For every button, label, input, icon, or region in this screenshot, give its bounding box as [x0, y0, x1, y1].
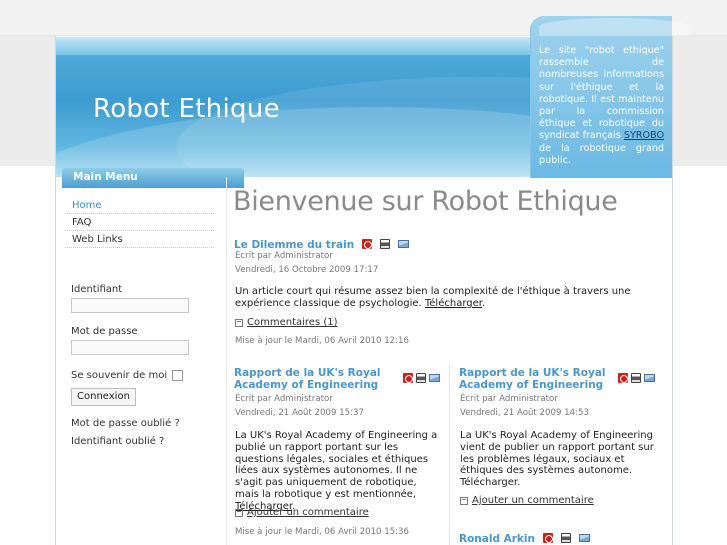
left-article-body: La UK's Royal Academy of Engineering a p…	[235, 430, 440, 513]
lead-comments-row: Commentaires (1)	[235, 317, 338, 328]
main-menu-title: Main Menu	[62, 168, 244, 188]
menu-item-home[interactable]: Home	[65, 197, 214, 214]
lead-article-body: Un article court qui résume assez bien l…	[235, 286, 655, 310]
password-input[interactable]	[71, 340, 189, 355]
remember-label: Se souvenir de moi	[71, 369, 168, 381]
lead-article-text-end: .	[481, 297, 486, 309]
email-icon[interactable]	[429, 373, 440, 382]
print-icon[interactable]	[416, 372, 426, 383]
page-title: Bienvenue sur Robot Ethique	[233, 186, 618, 217]
lead-article-date: Vendredi, 16 Octobre 2009 17:17	[235, 265, 379, 275]
comment-icon	[235, 508, 243, 517]
left-article-date: Vendredi, 21 Août 2009 15:37	[235, 408, 364, 418]
password-label: Mot de passe	[71, 326, 138, 337]
print-icon[interactable]	[380, 238, 391, 249]
remember-checkbox[interactable]	[172, 369, 184, 381]
login-form: Identifiant Mot de passe Se souvenir de …	[71, 283, 221, 451]
content-divider	[226, 177, 227, 545]
pdf-icon[interactable]	[618, 372, 628, 383]
lead-article-header: Le Dilemme du train	[234, 233, 410, 252]
right-article-author: Écrit par Administrator	[460, 394, 558, 404]
menu-item-faq[interactable]: FAQ	[65, 214, 214, 231]
next-article-title[interactable]: Ronald Arkin	[459, 533, 535, 545]
left-comments-link[interactable]: Ajouter un commentaire	[247, 507, 369, 518]
pdf-icon[interactable]	[362, 238, 373, 249]
pdf-icon[interactable]	[403, 372, 413, 383]
page-background-left	[0, 36, 55, 166]
comment-icon	[460, 496, 468, 505]
left-article-text: La UK's Royal Academy of Engineering a p…	[235, 430, 438, 500]
right-article-body: La UK's Royal Academy of Engineering vie…	[460, 430, 654, 489]
main-menu: Home FAQ Web Links	[65, 197, 214, 248]
forgot-username-link[interactable]: Identifiant oublié ?	[71, 433, 221, 451]
right-article-header: Rapport de la UK's Royal Academy of Engi…	[459, 367, 665, 391]
username-label: Identifiant	[71, 284, 123, 295]
login-button[interactable]: Connexion	[71, 388, 136, 406]
right-comments-link[interactable]: Ajouter un commentaire	[472, 495, 594, 506]
next-article-header: Ronald Arkin	[459, 527, 591, 545]
lead-article-title[interactable]: Le Dilemme du train	[234, 239, 354, 251]
lead-article-updated: Mise à jour le Mardi, 06 Avril 2010 12:1…	[235, 336, 409, 346]
email-icon[interactable]	[398, 239, 410, 248]
right-article-title[interactable]: Rapport de la UK's Royal Academy of Engi…	[459, 367, 609, 391]
left-article-header: Rapport de la UK's Royal Academy of Engi…	[234, 367, 444, 391]
lead-article-author: Écrit par Administrator	[235, 251, 333, 261]
left-article-author: Écrit par Administrator	[235, 394, 333, 404]
site-info-text: Le site "robot ethique" rassemble de nom…	[539, 45, 664, 167]
site-info-text-part: de la robotique grand public.	[539, 142, 664, 166]
menu-item-web-links[interactable]: Web Links	[65, 231, 214, 248]
pdf-icon[interactable]	[543, 532, 554, 543]
forgot-password-link[interactable]: Mot de passe oublié ?	[71, 415, 221, 433]
email-icon[interactable]	[644, 373, 655, 382]
syrobo-link[interactable]: SYROBO	[624, 130, 664, 141]
print-icon[interactable]	[561, 532, 572, 543]
remember-row: Se souvenir de moi	[71, 367, 221, 383]
left-article-title[interactable]: Rapport de la UK's Royal Academy of Engi…	[234, 367, 384, 391]
comment-icon	[235, 318, 243, 327]
email-icon[interactable]	[579, 533, 591, 542]
right-article-icons	[615, 367, 665, 386]
right-comments-row: Ajouter un commentaire	[460, 495, 594, 506]
print-icon[interactable]	[631, 372, 641, 383]
left-comments-row: Ajouter un commentaire	[235, 507, 369, 518]
left-article-updated: Mise à jour le Mardi, 06 Avril 2010 15:3…	[235, 527, 409, 537]
left-article-icons	[400, 367, 448, 386]
right-article-date: Vendredi, 21 Août 2009 14:53	[460, 408, 589, 418]
lead-comments-link[interactable]: Commentaires (1)	[247, 317, 338, 328]
site-title[interactable]: Robot Ethique	[93, 94, 280, 124]
page-background-right	[673, 36, 727, 166]
column-divider	[449, 365, 450, 545]
site-info-text-part: Le site "robot ethique" rassemble de nom…	[539, 45, 664, 142]
username-input[interactable]	[71, 298, 189, 313]
lead-download-link[interactable]: Télécharger	[425, 298, 482, 309]
